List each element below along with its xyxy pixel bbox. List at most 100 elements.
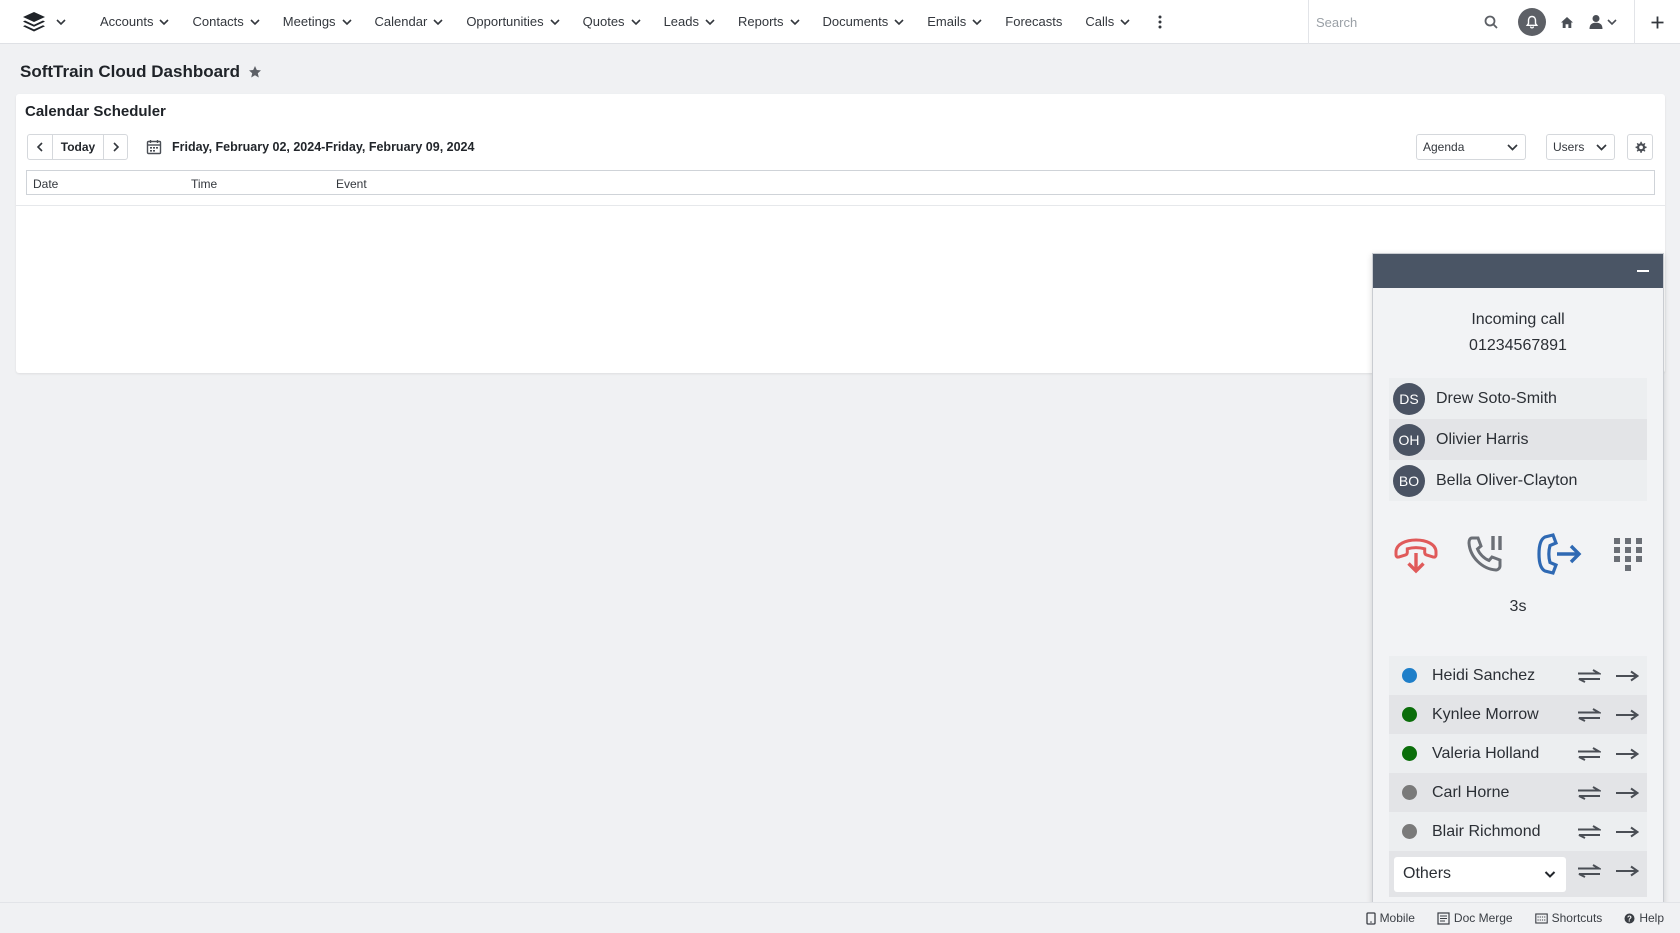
users-select[interactable]: Users (1546, 134, 1615, 160)
footer-link-doc-merge[interactable]: Doc Merge (1437, 911, 1513, 925)
blind-transfer-button[interactable] (1615, 709, 1639, 721)
footer-link-help[interactable]: ? Help (1624, 911, 1664, 925)
nav-item[interactable]: Calls (1073, 0, 1141, 44)
mobile-icon (1365, 911, 1376, 925)
today-button[interactable]: Today (52, 135, 103, 159)
transfer-user-row[interactable]: Carl Horne (1389, 773, 1647, 812)
transfer-user-name: Valeria Holland (1432, 744, 1540, 762)
chevron-down-icon (250, 18, 260, 25)
transfer-actions (1577, 695, 1639, 734)
contact-row[interactable]: OH Olivier Harris (1389, 419, 1647, 460)
footer-link-label: Doc Merge (1453, 911, 1513, 925)
presence-status-dot (1402, 785, 1417, 800)
nav-item[interactable]: Emails (915, 0, 993, 44)
attended-transfer-button[interactable] (1577, 785, 1601, 800)
user-menu-button[interactable] (1589, 14, 1617, 30)
avatar: OH (1393, 423, 1425, 456)
search-input[interactable] (1316, 14, 1476, 30)
column-time: Time (191, 177, 218, 191)
footer: Mobile Doc Merge Shortcuts ? Help (0, 902, 1680, 933)
search-icon[interactable] (1484, 15, 1498, 29)
chevron-down-icon (1596, 144, 1607, 151)
chevron-down-icon (56, 18, 66, 25)
nav-item-label: Leads (663, 14, 699, 29)
attended-transfer-button[interactable] (1577, 668, 1601, 683)
nav-item-label: Meetings (282, 14, 336, 29)
attended-transfer-button[interactable] (1577, 746, 1601, 761)
blind-transfer-button[interactable] (1615, 865, 1639, 877)
nav-item[interactable]: Forecasts (993, 0, 1073, 44)
nav-item-label: Forecasts (1005, 14, 1063, 29)
favorite-star-icon[interactable] (248, 65, 262, 79)
nav-item[interactable]: Reports (726, 0, 811, 44)
help-icon: ? (1624, 913, 1635, 923)
minimize-button[interactable] (1637, 270, 1649, 272)
view-select[interactable]: Agenda (1416, 134, 1526, 160)
app-logo-menu[interactable] (0, 0, 88, 44)
chevron-down-icon (894, 18, 904, 25)
home-button[interactable] (1560, 16, 1574, 29)
blind-transfer-button[interactable] (1615, 748, 1639, 760)
attended-transfer-button[interactable] (1577, 863, 1601, 878)
calendar-toolbar: Today Friday, February 02, 2024-Friday, … (27, 134, 1655, 162)
nav-item[interactable]: Calendar (363, 0, 455, 44)
chevron-down-icon (159, 18, 170, 25)
calendar-icon[interactable] (146, 139, 162, 155)
previous-button[interactable] (28, 135, 52, 159)
nav-item-label: Opportunities (466, 14, 544, 29)
nav-item[interactable]: Meetings (271, 0, 363, 44)
more-modules-button[interactable] (1141, 0, 1179, 44)
dialpad-icon (1614, 538, 1642, 571)
others-select[interactable]: Others (1394, 856, 1566, 892)
contact-row[interactable]: DS Drew Soto-Smith (1389, 378, 1647, 419)
transfer-user-row[interactable]: Valeria Holland (1389, 734, 1647, 773)
transfer-user-row[interactable]: Heidi Sanchez (1389, 656, 1647, 695)
arrow-right-icon (1616, 670, 1639, 681)
transfer-call-button[interactable] (1535, 531, 1583, 582)
column-event: Event (336, 177, 367, 191)
settings-button[interactable] (1627, 134, 1653, 160)
blind-transfer-button[interactable] (1615, 670, 1639, 682)
nav-item-label: Calendar (374, 14, 428, 29)
exchange-arrows-icon (1578, 707, 1601, 722)
transfer-user-row[interactable]: Blair Richmond (1389, 812, 1647, 851)
blind-transfer-button[interactable] (1615, 787, 1639, 799)
chevron-down-icon (433, 18, 443, 25)
others-select-value: Others (1403, 865, 1452, 882)
transfer-user-name: Heidi Sanchez (1432, 666, 1536, 684)
blind-transfer-button[interactable] (1615, 826, 1639, 838)
contact-name: Drew Soto-Smith (1436, 389, 1557, 407)
dialpad-button[interactable] (1613, 537, 1643, 578)
transfer-actions (1577, 773, 1639, 812)
next-button[interactable] (103, 135, 127, 159)
contact-row[interactable]: BO Bella Oliver-Clayton (1389, 460, 1647, 501)
nav-item[interactable]: Contacts (180, 0, 270, 44)
chevron-down-icon (1507, 144, 1518, 151)
nav-item[interactable]: Documents (811, 0, 916, 44)
nav-item[interactable]: Leads (652, 0, 726, 44)
nav-item[interactable]: Opportunities (454, 0, 570, 44)
hold-button[interactable] (1464, 533, 1506, 580)
footer-link-mobile[interactable]: Mobile (1365, 911, 1415, 925)
attended-transfer-button[interactable] (1577, 707, 1601, 722)
nav-item-label: Calls (1085, 14, 1115, 29)
chevron-down-icon (550, 18, 560, 25)
chevron-down-icon (1120, 18, 1130, 25)
hangup-button[interactable] (1393, 535, 1439, 580)
divider (16, 205, 1665, 206)
transfer-actions (1577, 656, 1639, 695)
arrow-right-icon (1616, 787, 1639, 798)
module-nav: Accounts Contacts Meetings Calendar Opportun… (88, 0, 1141, 44)
nav-item[interactable]: Accounts (88, 0, 180, 44)
nav-item-label: Reports (737, 14, 784, 29)
transfer-user-name: Kynlee Morrow (1432, 705, 1539, 723)
quick-create-button[interactable] (1634, 0, 1680, 44)
transfer-actions (1577, 812, 1639, 851)
notifications-button[interactable] (1518, 8, 1546, 36)
attended-transfer-button[interactable] (1577, 824, 1601, 839)
transfer-user-name: Carl Horne (1432, 783, 1510, 801)
nav-item[interactable]: Quotes (571, 0, 652, 44)
footer-link-shortcuts[interactable]: Shortcuts (1534, 911, 1602, 925)
user-icon (1589, 15, 1603, 29)
transfer-user-row[interactable]: Kynlee Morrow (1389, 695, 1647, 734)
